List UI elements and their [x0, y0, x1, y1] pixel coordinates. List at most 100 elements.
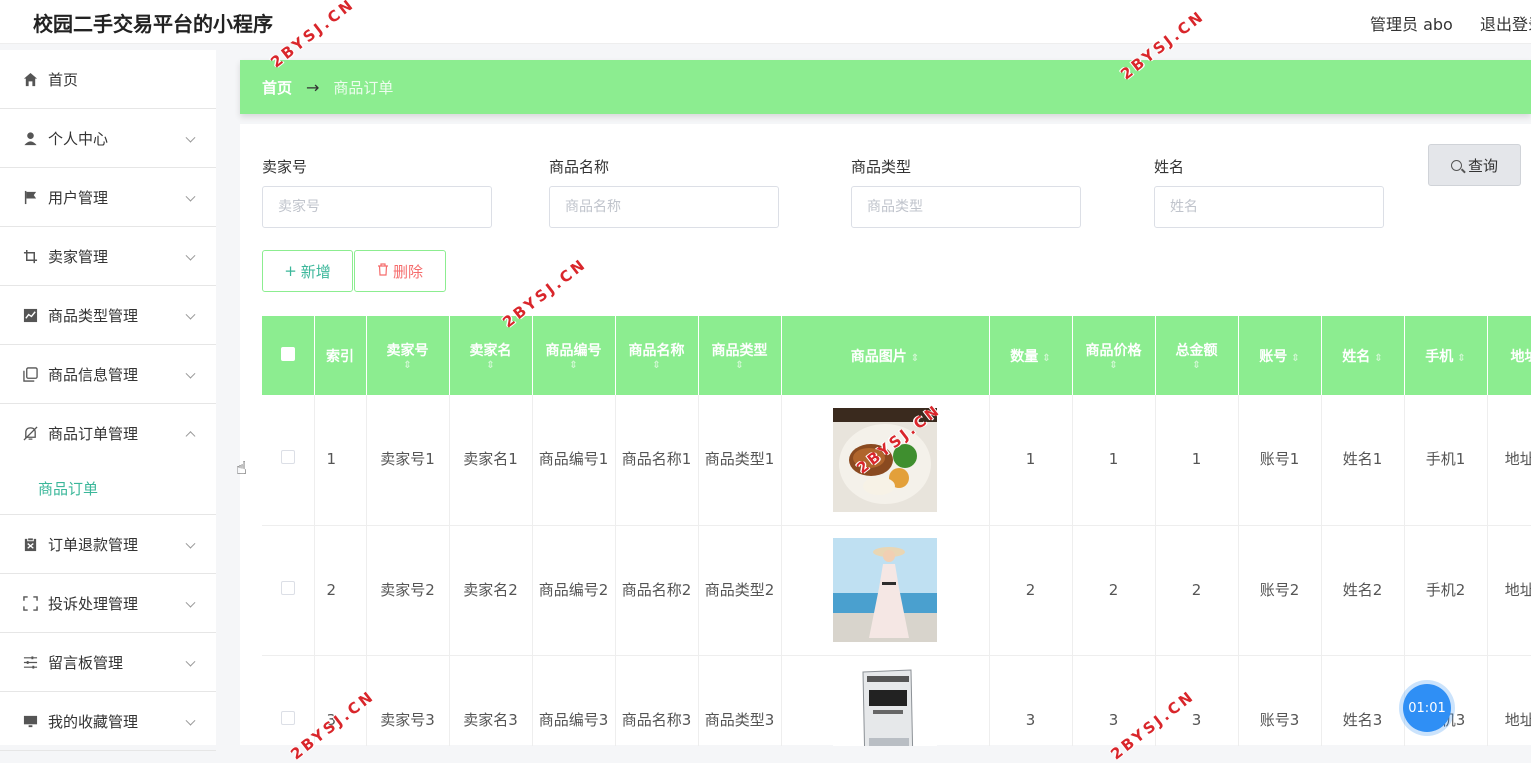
- column-header[interactable]: 姓名 ⇕: [1321, 316, 1405, 395]
- person-name-cell: 姓名3: [1321, 655, 1405, 746]
- seller-name-cell: 卖家名3: [449, 655, 533, 746]
- product-type-input[interactable]: [851, 186, 1081, 228]
- flag-icon: [22, 189, 38, 205]
- column-header[interactable]: 商品类型 ⇕: [698, 316, 782, 395]
- sidebar-item-label: 商品信息管理: [48, 365, 139, 384]
- product-code-cell: 商品编号3: [532, 655, 616, 746]
- column-header[interactable]: 地址: [1487, 316, 1531, 395]
- logout-button[interactable]: 退出登录: [1480, 11, 1531, 35]
- total-cell: 1: [1155, 395, 1239, 526]
- add-button[interactable]: + 新增: [262, 250, 353, 292]
- sidebar-item-seller-management[interactable]: 卖家管理: [0, 227, 216, 286]
- chart-icon: [22, 307, 38, 323]
- fullscreen-icon: [22, 595, 38, 611]
- sidebar-item-product-order-management[interactable]: 商品订单管理: [0, 404, 216, 463]
- sidebar-item-favorites-management[interactable]: 我的收藏管理: [0, 692, 216, 751]
- search-icon: [1450, 159, 1462, 171]
- name-input[interactable]: [1154, 186, 1384, 228]
- seller-no-input[interactable]: [262, 186, 492, 228]
- row-checkbox[interactable]: [280, 450, 295, 465]
- query-button[interactable]: 查询: [1428, 144, 1521, 186]
- query-button-label: 查询: [1467, 156, 1498, 175]
- sidebar-subitem-product-order[interactable]: 商品订单: [0, 463, 216, 515]
- product-code-cell: 商品编号2: [532, 525, 616, 656]
- product-image-cell: [781, 525, 990, 656]
- table-row: 3 卖家号3 卖家名3 商品编号3 商品名称3 商品类型3 3 3 3 账号3 …: [262, 655, 1531, 746]
- sidebar-item-label: 商品类型管理: [48, 306, 139, 325]
- column-header[interactable]: 卖家名 ⇕: [449, 316, 533, 395]
- chevron-down-icon: [185, 715, 196, 726]
- row-checkbox[interactable]: [280, 710, 295, 725]
- book-image[interactable]: [833, 668, 937, 746]
- clipboard-icon: [22, 536, 38, 552]
- sidebar-item-label: 投诉处理管理: [48, 594, 139, 613]
- dress-image[interactable]: [833, 538, 937, 642]
- product-name-label: 商品名称: [549, 158, 610, 176]
- address-cell: 地址1: [1487, 395, 1531, 526]
- name-label: 姓名: [1154, 158, 1185, 176]
- sliders-icon: [22, 654, 38, 670]
- product-type-label: 商品类型: [851, 158, 912, 176]
- product-name-cell: 商品名称1: [615, 395, 699, 526]
- seller-no-label: 卖家号: [262, 158, 308, 176]
- total-cell: 2: [1155, 525, 1239, 656]
- select-all-header[interactable]: [262, 316, 315, 395]
- column-header[interactable]: 商品图片 ⇕: [781, 316, 990, 395]
- person-name-cell: 姓名1: [1321, 395, 1405, 526]
- column-header[interactable]: 账号 ⇕: [1238, 316, 1322, 395]
- account-cell: 账号2: [1238, 525, 1322, 656]
- sidebar-item-home[interactable]: 首页: [0, 50, 216, 109]
- seller-no-cell: 卖家号2: [366, 525, 450, 656]
- column-header[interactable]: 商品价格 ⇕: [1072, 316, 1156, 395]
- sidebar-item-product-info-management[interactable]: 商品信息管理: [0, 345, 216, 404]
- column-header[interactable]: 商品编号 ⇕: [532, 316, 616, 395]
- row-select-cell[interactable]: [262, 525, 315, 656]
- account-cell: 账号1: [1238, 395, 1322, 526]
- recording-timer[interactable]: 01:01: [1403, 684, 1451, 732]
- column-header[interactable]: 总金额 ⇕: [1155, 316, 1239, 395]
- row-select-cell[interactable]: [262, 655, 315, 746]
- price-cell: 2: [1072, 525, 1156, 656]
- seller-name-cell: 卖家名2: [449, 525, 533, 656]
- column-header[interactable]: 商品名称 ⇕: [615, 316, 699, 395]
- column-header[interactable]: 手机 ⇕: [1404, 316, 1488, 395]
- sidebar-item-complaint-management[interactable]: 投诉处理管理: [0, 574, 216, 633]
- chevron-down-icon: [185, 191, 196, 202]
- sidebar-item-label: 商品订单管理: [48, 425, 139, 443]
- address-cell: 地址3: [1487, 655, 1531, 746]
- plus-icon: +: [284, 262, 297, 280]
- chevron-down-icon: [185, 368, 196, 379]
- sidebar-item-user-management[interactable]: 用户管理: [0, 168, 216, 227]
- column-header[interactable]: 卖家号 ⇕: [366, 316, 450, 395]
- index-cell: 1: [314, 395, 367, 526]
- sidebar-item-personal-center[interactable]: 个人中心: [0, 109, 216, 168]
- copy-icon: [22, 366, 38, 382]
- column-header: 索引: [314, 316, 367, 395]
- delete-button[interactable]: 删除: [354, 250, 446, 292]
- chevron-down-icon: [185, 309, 196, 320]
- row-select-cell[interactable]: [262, 395, 315, 526]
- hand-cursor-icon: ☝: [236, 458, 247, 479]
- trash-icon: [377, 262, 389, 280]
- sidebar-item-refund-management[interactable]: 订单退款管理: [0, 515, 216, 574]
- select-all-checkbox[interactable]: [280, 346, 295, 361]
- account-cell: 账号3: [1238, 655, 1322, 746]
- chevron-down-icon: [185, 656, 196, 667]
- sidebar-item-message-board-management[interactable]: 留言板管理: [0, 633, 216, 692]
- app-title: 校园二手交易平台的小程序: [33, 12, 273, 36]
- quantity-cell: 3: [989, 655, 1073, 746]
- product-name-input[interactable]: [549, 186, 779, 228]
- price-cell: 1: [1072, 395, 1156, 526]
- sidebar-item-label: 个人中心: [48, 129, 109, 148]
- user-icon: [22, 130, 38, 146]
- main-content: 首页 → 商品订单 卖家号 商品名称 商品类型 姓名 查询 + 新增 删除 索引: [240, 60, 1531, 746]
- column-header[interactable]: 数量 ⇕: [989, 316, 1073, 395]
- product-name-cell: 商品名称2: [615, 525, 699, 656]
- product-code-cell: 商品编号1: [532, 395, 616, 526]
- row-checkbox[interactable]: [280, 580, 295, 595]
- breadcrumb-home[interactable]: 首页: [262, 77, 292, 98]
- delete-button-label: 删除: [392, 262, 423, 281]
- chevron-down-icon: [185, 132, 196, 143]
- sidebar-item-product-type-management[interactable]: 商品类型管理: [0, 286, 216, 345]
- product-type-cell: 商品类型1: [698, 395, 782, 526]
